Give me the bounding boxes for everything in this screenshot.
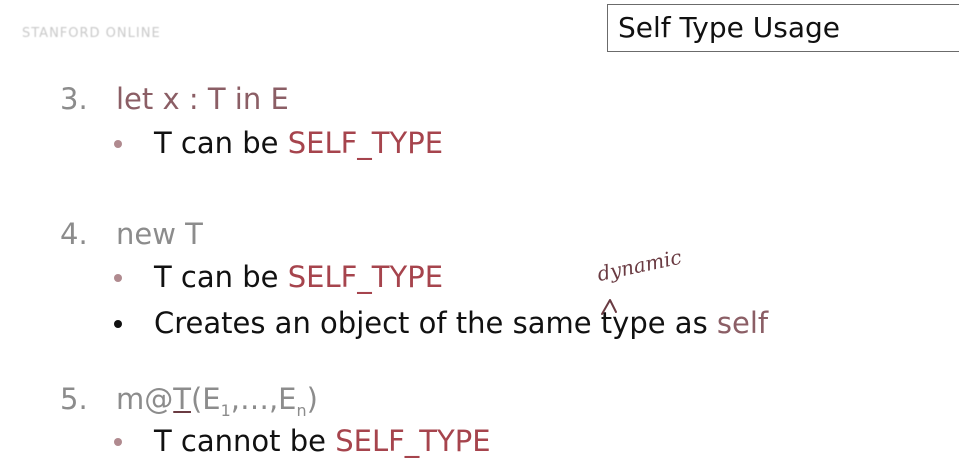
bullet-prefix: T can be bbox=[154, 126, 288, 160]
heading-args: (E bbox=[190, 382, 221, 416]
bullet-text: T cannot be SELF_TYPE bbox=[154, 424, 491, 458]
keyword: self bbox=[716, 306, 769, 340]
item-heading: new T bbox=[116, 217, 203, 251]
item-number: 4. bbox=[60, 217, 88, 251]
subscript: 1 bbox=[220, 400, 231, 420]
item-number: 3. bbox=[60, 82, 88, 116]
keyword: SELF_TYPE bbox=[287, 126, 444, 160]
bullet-dot bbox=[114, 274, 122, 282]
keyword: SELF_TYPE bbox=[335, 424, 491, 458]
heading-args: ,…,E bbox=[230, 382, 297, 416]
bullet-prefix: T cannot be bbox=[154, 424, 336, 458]
item-heading: m@T(E1,…,En) bbox=[116, 382, 318, 420]
slide-title: Self Type Usage bbox=[607, 4, 959, 52]
item-heading: let x : T in E bbox=[116, 82, 289, 116]
bullet-text: T can be SELF_TYPE bbox=[154, 126, 443, 160]
bullet-dot bbox=[114, 438, 122, 446]
bullet-dot bbox=[114, 140, 122, 148]
keyword: SELF_TYPE bbox=[287, 260, 444, 294]
bullet-dot bbox=[114, 320, 122, 328]
subscript: n bbox=[296, 400, 307, 420]
heading-prefix: m@ bbox=[116, 382, 174, 416]
bullet-text: T can be SELF_TYPE bbox=[154, 260, 443, 294]
item-number: 5. bbox=[60, 382, 88, 416]
slide: STANFORD ONLINE Self Type Usage 3. let x… bbox=[0, 0, 960, 459]
bullet-prefix: T can be bbox=[154, 260, 288, 294]
heading-type: T bbox=[173, 382, 191, 416]
course-logo: STANFORD ONLINE bbox=[22, 26, 161, 41]
heading-args: ) bbox=[306, 382, 318, 416]
